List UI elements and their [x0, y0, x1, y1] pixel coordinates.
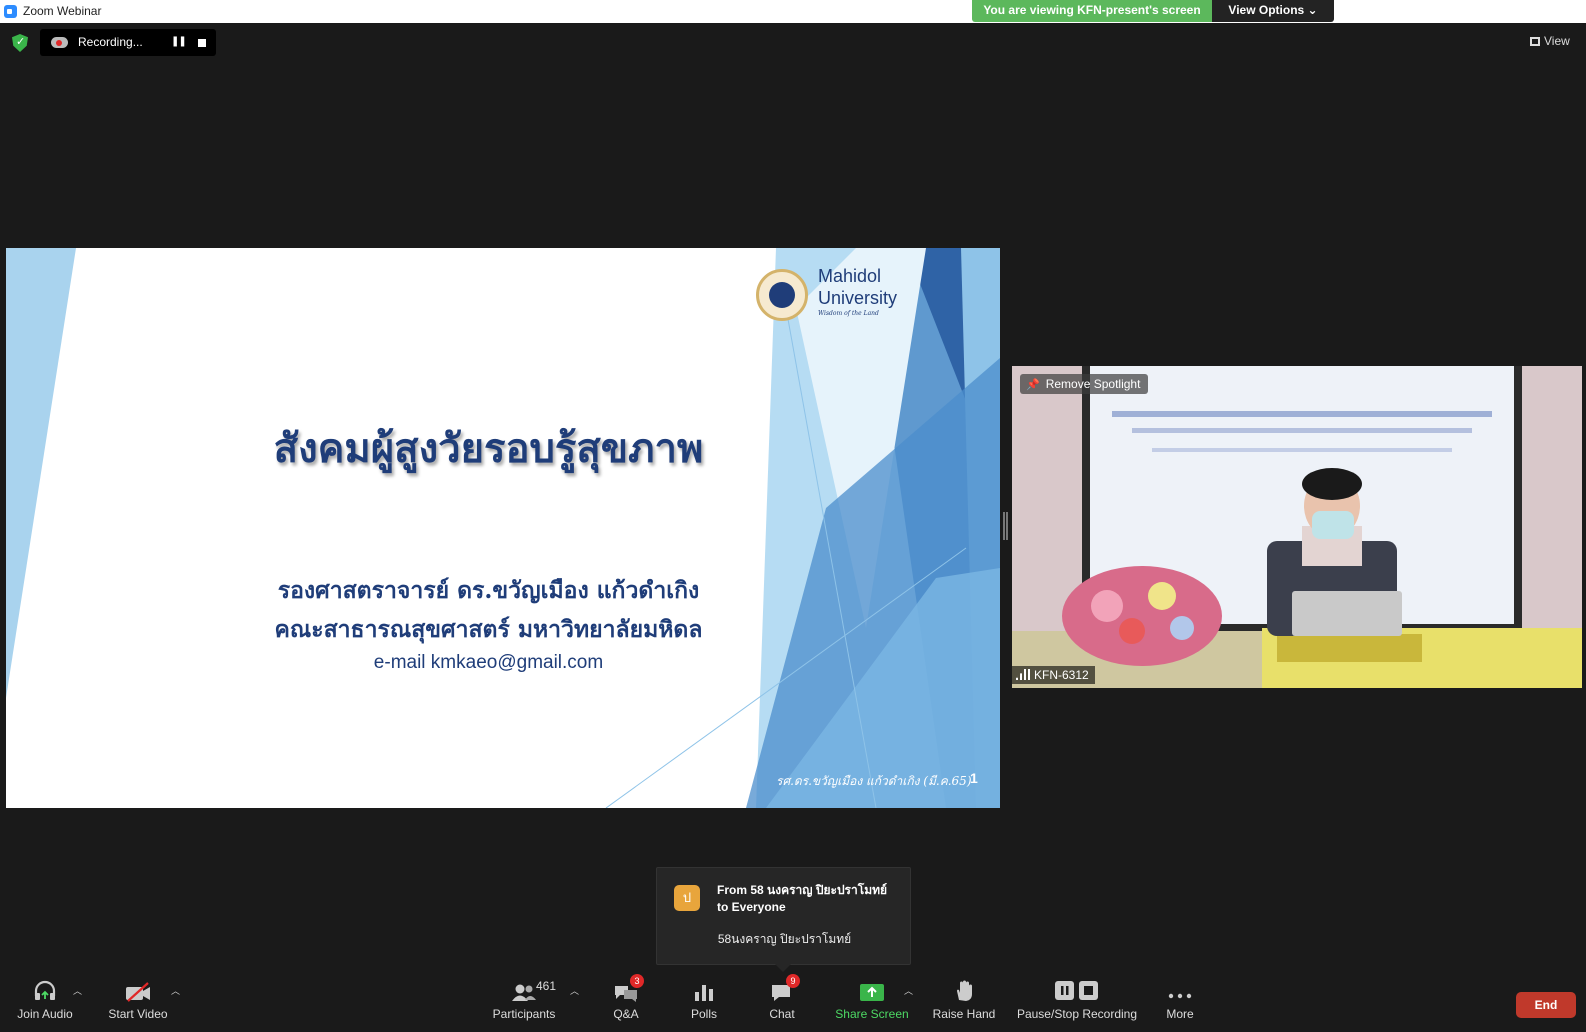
- meeting-toolbar: Join Audio ︿ Start Video ︿ 461 Participa…: [0, 974, 1586, 1032]
- chat-label: Chat: [769, 1007, 795, 1021]
- panel-resize-handle[interactable]: [1003, 512, 1008, 540]
- spotlight-video-tile[interactable]: 📌 Remove Spotlight KFN-6312: [1012, 366, 1582, 688]
- view-label: View: [1544, 34, 1570, 48]
- qa-button[interactable]: 3 Q&A: [606, 974, 646, 1021]
- start-video-button[interactable]: Start Video: [104, 978, 172, 1021]
- qa-label: Q&A: [613, 1007, 639, 1021]
- remove-spotlight-button[interactable]: 📌 Remove Spotlight: [1020, 374, 1149, 394]
- participant-name: KFN-6312: [1034, 668, 1089, 682]
- qa-icon: 3: [606, 974, 646, 1002]
- logo-name-line1: Mahidol: [818, 266, 882, 286]
- view-button[interactable]: View: [1530, 34, 1570, 48]
- encryption-shield-icon[interactable]: [12, 34, 28, 52]
- polls-label: Polls: [690, 1007, 717, 1021]
- chat-notification[interactable]: ป From 58 นงคราญ ปิยะปราโมทย์ to Everyon…: [656, 867, 911, 972]
- participants-button[interactable]: 461 Participants: [488, 978, 560, 1021]
- recording-indicator: Recording... ❚❚: [40, 29, 216, 56]
- pause-recording-icon[interactable]: ❚❚: [171, 36, 187, 47]
- participants-count: 461: [536, 979, 557, 993]
- logo-tagline: Wisdom of the Land: [818, 310, 879, 317]
- audio-options-chevron-icon[interactable]: ︿: [73, 984, 82, 997]
- recording-label: Recording...: [78, 35, 143, 49]
- start-video-label: Start Video: [108, 1007, 168, 1021]
- shared-screen-slide: Mahidol University Wisdom of the Land สั…: [6, 248, 1000, 808]
- participants-options-chevron-icon[interactable]: ︿: [570, 984, 579, 997]
- raise-hand-button[interactable]: Raise Hand: [932, 978, 996, 1021]
- chat-badge: 9: [786, 974, 800, 988]
- slide-email: e-mail kmkaeo@gmail.com: [373, 652, 604, 673]
- end-button[interactable]: End: [1516, 992, 1576, 1018]
- chat-bubble-icon: 9: [764, 974, 800, 1002]
- pause-stop-recording-icon: [1016, 978, 1138, 1002]
- pause-stop-recording-button[interactable]: Pause/Stop Recording: [1016, 978, 1138, 1021]
- chat-sender-line: From 58 นงคราญ ปิยะปราโมทย์ to Everyone: [717, 883, 888, 914]
- chat-button[interactable]: 9 Chat: [764, 974, 800, 1021]
- slide-page-number: 1: [970, 770, 978, 786]
- signal-strength-icon: [1016, 669, 1030, 680]
- share-screen-label: Share Screen: [835, 1007, 909, 1021]
- more-dots-icon: [1160, 978, 1200, 1002]
- slide-background-decoration: [6, 248, 1000, 808]
- qa-badge: 3: [630, 974, 644, 988]
- title-bar: Zoom Webinar: [0, 0, 1586, 23]
- slide-presenter-name: รองศาสตราจารย์ ดร.ขวัญเมือง แก้วดำเกิง: [277, 577, 700, 604]
- share-options-chevron-icon[interactable]: ︿: [904, 984, 913, 997]
- view-options-button[interactable]: View Options ⌄: [1212, 0, 1334, 22]
- participants-icon: 461: [488, 978, 560, 1002]
- mahidol-seal-logo: [756, 269, 808, 321]
- raise-hand-label: Raise Hand: [932, 1007, 996, 1021]
- grid-view-icon: [1530, 37, 1540, 46]
- zoom-app-icon: [4, 5, 17, 18]
- video-off-icon: [104, 978, 172, 1002]
- participants-label: Participants: [492, 1007, 556, 1021]
- join-audio-button[interactable]: Join Audio: [14, 978, 76, 1021]
- more-label: More: [1166, 1007, 1194, 1021]
- logo-name-line2: University: [818, 288, 898, 308]
- stop-recording-icon[interactable]: [198, 39, 206, 47]
- share-screen-icon: [832, 978, 912, 1002]
- polls-icon: [686, 978, 722, 1002]
- sender-avatar: ป: [674, 885, 700, 911]
- pin-icon: 📌: [1026, 379, 1040, 391]
- more-button[interactable]: More: [1160, 978, 1200, 1021]
- slide-title: สังคมผู้สูงวัยรอบรู้สุขภาพ: [273, 425, 704, 472]
- viewing-screen-banner: You are viewing KFN-present's screen: [972, 0, 1212, 22]
- cloud-recording-icon: [51, 37, 68, 48]
- video-options-chevron-icon[interactable]: ︿: [171, 984, 180, 997]
- join-audio-label: Join Audio: [17, 1007, 73, 1021]
- raise-hand-icon: [932, 978, 996, 1002]
- slide-faculty: คณะสาธารณสุขศาสตร์ มหาวิทยาลัยมหิดล: [274, 616, 703, 643]
- participant-name-tag: KFN-6312: [1012, 666, 1095, 684]
- polls-button[interactable]: Polls: [686, 978, 722, 1021]
- share-screen-button[interactable]: Share Screen: [832, 978, 912, 1021]
- slide-footer: รศ.ดร.ขวัญเมือง แก้วดำเกิง (มี.ค.65): [776, 774, 972, 788]
- pause-stop-recording-label: Pause/Stop Recording: [1016, 1007, 1138, 1021]
- remove-spotlight-label: Remove Spotlight: [1045, 377, 1141, 391]
- window-title: Zoom Webinar: [23, 4, 102, 18]
- speaker-video-feed: [1012, 366, 1582, 688]
- chat-message-text: 58นงคราญ ปิยะปราโมทย์: [717, 932, 852, 946]
- headphones-icon: [14, 978, 76, 1002]
